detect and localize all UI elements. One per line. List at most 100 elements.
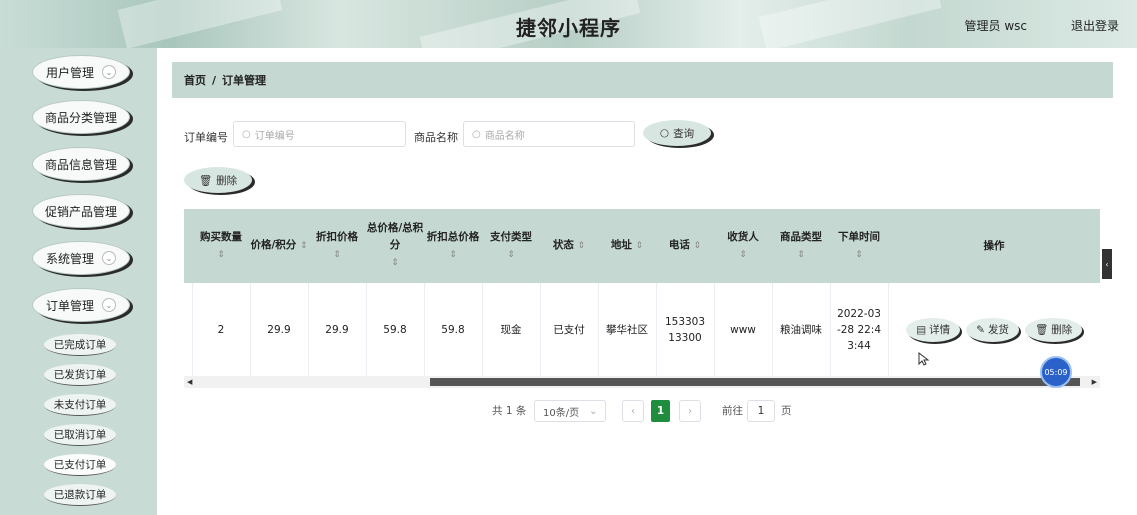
sort-icon: ⇕ (797, 249, 805, 260)
breadcrumb-home[interactable]: 首页 (184, 72, 206, 88)
breadcrumb: 首页 / 订单管理 (172, 62, 1113, 98)
sort-icon: ⇕ (391, 258, 399, 268)
order-no-input[interactable]: ○ 订单编号 (233, 121, 406, 147)
cell-status: 已支付 (540, 283, 599, 376)
sort-icon: ⇕ (693, 241, 702, 251)
delete-label: 删除 (216, 174, 238, 187)
logout-link[interactable]: 退出登录 (1071, 17, 1119, 34)
submenu-shipped-orders[interactable]: 已发货订单 (44, 364, 116, 386)
submenu-paid-orders[interactable]: 已支付订单 (44, 454, 116, 476)
header-discount-price[interactable]: 折扣价格 ⇕ (308, 209, 366, 283)
orders-table: 购买数量 ⇕ 价格/积分 ⇕ 折扣价格 ⇕ 总价格/总积分 ⇕ 折扣总价格 ⇕ 支付类… (184, 209, 1100, 376)
header-product-type[interactable]: 商品类型 ⇕ (772, 209, 830, 283)
header-actions: 操作 (983, 239, 1005, 252)
submenu-unpaid-orders[interactable]: 未支付订单 (44, 394, 116, 416)
sidebar-item-order-management[interactable]: 订单管理 ⌄ (32, 288, 130, 322)
scroll-left-icon[interactable]: ◀ (187, 376, 192, 388)
scroll-right-icon[interactable]: ▶ (1092, 376, 1097, 388)
header-receiver[interactable]: 收货人 ⇕ (714, 209, 772, 283)
page-size-select[interactable]: 10条/页 ⌄ (534, 400, 606, 422)
sidebar-item-label: 促销产品管理 (44, 204, 117, 219)
cell-receiver: www (714, 283, 773, 376)
collapse-tab-icon[interactable]: ‹ (1102, 249, 1112, 279)
trash-icon: 🗑 (198, 174, 213, 187)
submenu-refunded-orders[interactable]: 已退款订单 (44, 484, 116, 506)
cell-product-type: 粮油调味 (772, 283, 831, 376)
header-total[interactable]: 总价格/总积分 ⇕ (366, 209, 424, 283)
cell-discount-price: 29.9 (308, 283, 367, 376)
page-size-value: 10条/页 (543, 407, 580, 419)
sidebar-item-label: 商品信息管理 (44, 157, 117, 172)
submenu-completed-orders[interactable]: 已完成订单 (44, 334, 116, 356)
timer-badge: 05:09 (1040, 356, 1072, 388)
search-icon: ○ (472, 128, 481, 140)
chevron-down-icon: ⌄ (102, 251, 116, 265)
horizontal-scrollbar[interactable]: ◀ ▶ (184, 376, 1100, 388)
goto-page-input[interactable]: 1 (747, 400, 775, 422)
detail-label: 详情 (929, 323, 951, 336)
query-label: 查询 (673, 127, 695, 140)
sidebar-item-label: 系统管理 (45, 251, 94, 266)
sidebar-item-category-management[interactable]: 商品分类管理 (32, 100, 130, 134)
document-icon: ▤ (916, 323, 927, 336)
chevron-down-icon: ⌄ (589, 405, 598, 417)
sort-icon: ⇕ (449, 249, 457, 260)
sidebar-item-label: 订单管理 (45, 298, 94, 313)
cell-pay-type: 现金 (482, 283, 541, 376)
table-cell (184, 283, 193, 376)
breadcrumb-separator: / (212, 73, 217, 87)
cell-quantity: 2 (192, 283, 251, 376)
header-price[interactable]: 价格/积分 ⇕ (250, 209, 308, 283)
batch-delete-button[interactable]: 🗑 删除 (184, 167, 252, 193)
search-icon: ○ (242, 128, 251, 140)
cell-address: 攀华社区 (598, 283, 657, 376)
page-number-current[interactable]: 1 (651, 400, 670, 422)
scrollbar-thumb[interactable] (430, 378, 1080, 386)
sidebar-item-label: 用户管理 (45, 65, 94, 80)
sort-icon: ⇕ (739, 249, 747, 260)
sidebar-item-system-management[interactable]: 系统管理 ⌄ (32, 241, 130, 275)
product-name-input[interactable]: ○ 商品名称 (463, 121, 635, 147)
sort-icon: ⇕ (855, 249, 863, 260)
breadcrumb-current: 订单管理 (222, 74, 267, 87)
row-delete-label: 删除 (1051, 323, 1073, 336)
header-cell (184, 209, 192, 283)
sidebar-item-product-management[interactable]: 商品信息管理 (32, 147, 130, 181)
search-icon: ○ (659, 127, 670, 139)
chevron-down-icon: ⌄ (102, 65, 116, 79)
header-pay-type[interactable]: 支付类型 ⇕ (482, 209, 540, 283)
product-name-placeholder: 商品名称 (484, 130, 525, 142)
header-status[interactable]: 状态 ⇕ (540, 209, 598, 283)
mouse-cursor-icon (918, 352, 930, 366)
header-phone[interactable]: 电话 ⇕ (656, 209, 714, 283)
sidebar-item-user-management[interactable]: 用户管理 ⌄ (32, 55, 130, 89)
delete-button[interactable]: 🗑 删除 (1024, 317, 1083, 342)
ship-button[interactable]: ✎ 发货 (966, 317, 1019, 342)
order-no-placeholder: 订单编号 (254, 130, 295, 142)
goto-suffix: 页 (781, 404, 792, 417)
sidebar-item-label: 商品分类管理 (44, 110, 117, 125)
cell-price: 29.9 (250, 283, 309, 376)
sort-icon: ⇕ (635, 241, 644, 251)
cell-discount-total: 59.8 (424, 283, 483, 376)
submenu-cancelled-orders[interactable]: 已取消订单 (44, 424, 116, 446)
order-no-label: 订单编号 (184, 131, 228, 144)
chevron-down-icon: ⌄ (102, 298, 116, 312)
query-button[interactable]: ○ 查询 (643, 120, 711, 146)
header-order-time[interactable]: 下单时间 ⇕ (830, 209, 888, 283)
detail-button[interactable]: ▤ 详情 (906, 317, 961, 342)
header-address[interactable]: 地址 ⇕ (598, 209, 656, 283)
header: 捷邻小程序 管理员 wsc 退出登录 (0, 0, 1137, 48)
goto-prefix: 前往 (722, 404, 743, 417)
sidebar-item-promotion-management[interactable]: 促销产品管理 (32, 194, 130, 228)
prev-page-button[interactable]: ‹ (622, 400, 644, 422)
sort-icon: ⇕ (217, 249, 225, 260)
header-discount-total[interactable]: 折扣总价格 ⇕ (424, 209, 482, 283)
header-quantity[interactable]: 购买数量 ⇕ (192, 209, 250, 283)
next-page-button[interactable]: › (679, 400, 701, 422)
table-header-row: 购买数量 ⇕ 价格/积分 ⇕ 折扣价格 ⇕ 总价格/总积分 ⇕ 折扣总价格 ⇕ 支付类… (184, 209, 1100, 283)
sort-icon: ⇕ (577, 241, 586, 251)
cell-phone: 15330313300 (656, 283, 715, 376)
sort-icon: ⇕ (299, 241, 308, 251)
trash-icon: 🗑 (1034, 323, 1049, 336)
